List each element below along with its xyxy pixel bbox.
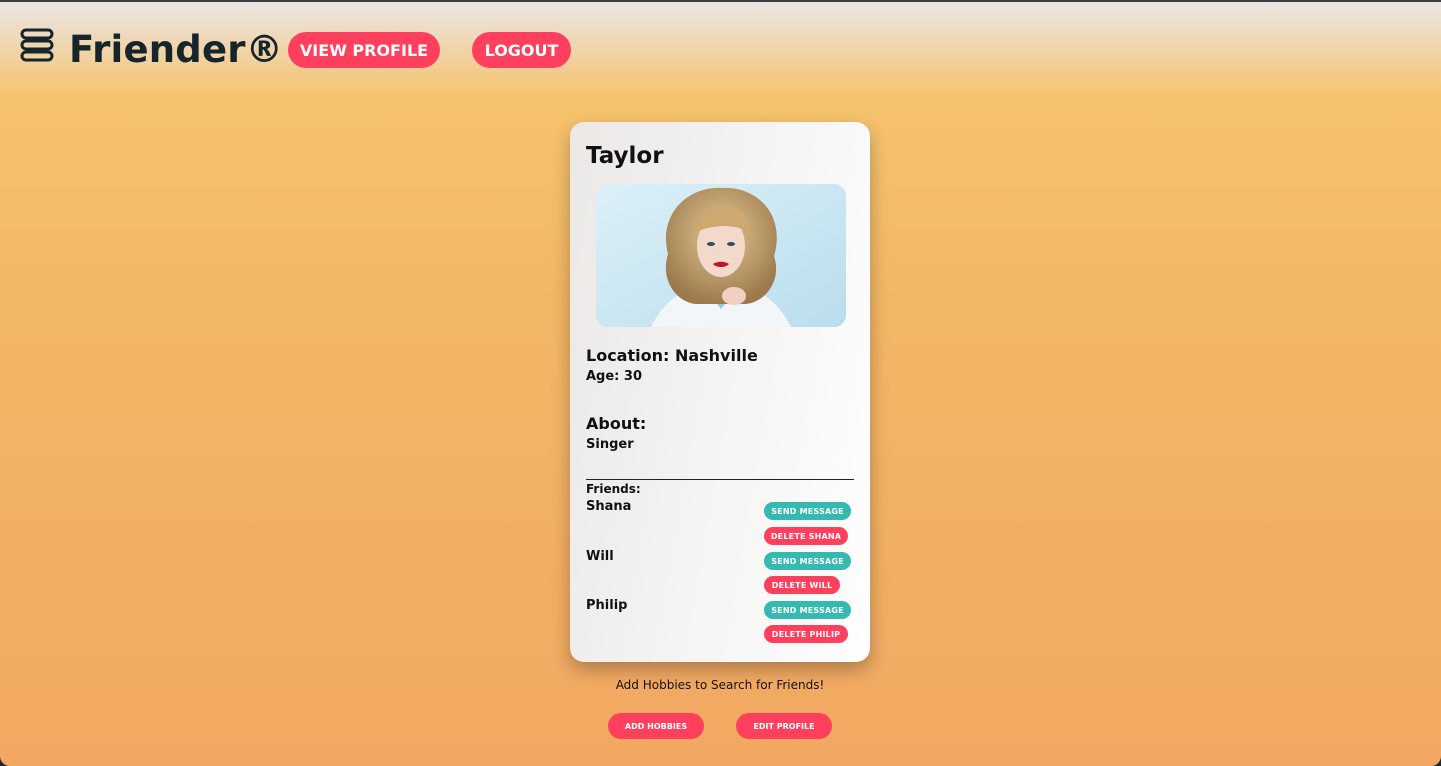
send-message-button[interactable]: SEND MESSAGE <box>764 502 851 520</box>
logout-button[interactable]: LOGOUT <box>472 32 571 68</box>
menu-icon[interactable] <box>20 28 54 62</box>
about-text: Singer <box>586 437 634 452</box>
about-heading: About: <box>586 414 647 433</box>
profile-age: Age: 30 <box>586 369 642 384</box>
delete-friend-button[interactable]: DELETE PHILIP <box>764 625 848 643</box>
delete-friend-button[interactable]: DELETE SHANA <box>764 527 848 545</box>
profile-card: Taylor Location: Nashville Age: 30 About… <box>570 122 870 662</box>
brand-logo[interactable]: Friender® <box>69 28 283 72</box>
app-window: Friender® VIEW PROFILE LOGOUT Taylor Loc… <box>0 0 1441 766</box>
profile-location: Location: Nashville <box>586 346 758 365</box>
send-message-button[interactable]: SEND MESSAGE <box>764 552 851 570</box>
hobbies-hint: Add Hobbies to Search for Friends! <box>615 678 825 692</box>
divider <box>586 479 854 480</box>
delete-friend-button[interactable]: DELETE WILL <box>764 576 840 594</box>
profile-photo <box>596 184 846 327</box>
send-message-button[interactable]: SEND MESSAGE <box>764 601 851 619</box>
profile-name: Taylor <box>586 143 664 169</box>
friend-name: Will <box>586 549 614 564</box>
friend-name: Shana <box>586 499 632 514</box>
view-profile-button[interactable]: VIEW PROFILE <box>288 32 440 68</box>
friend-name: Philip <box>586 598 628 613</box>
edit-profile-button[interactable]: EDIT PROFILE <box>736 713 832 739</box>
friends-heading: Friends: <box>586 482 641 496</box>
add-hobbies-button[interactable]: ADD HOBBIES <box>608 713 704 739</box>
